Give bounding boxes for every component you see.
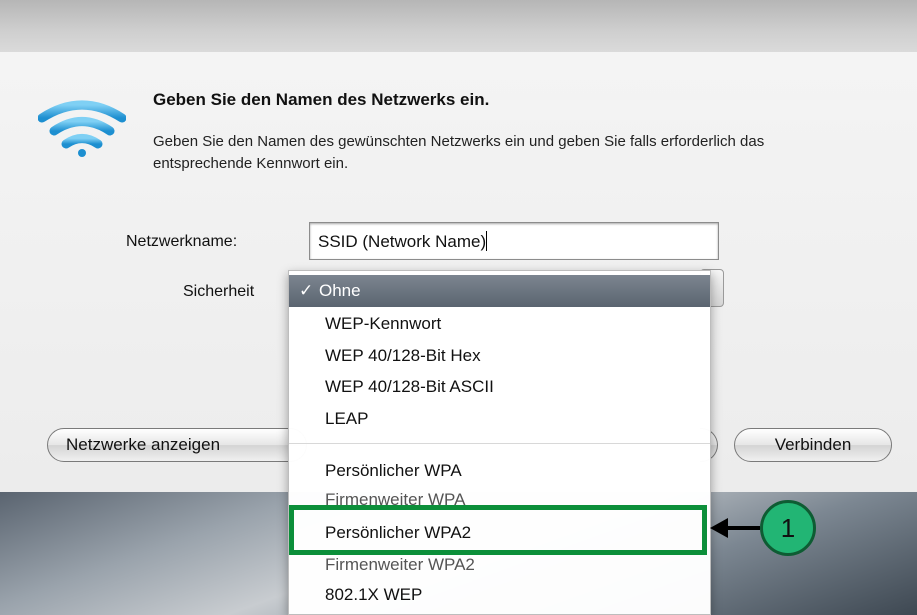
security-dropdown-menu: ✓ Ohne WEP-Kennwort WEP 40/128-Bit Hex WE…: [288, 270, 711, 615]
menu-item-8021x-wep[interactable]: 802.1X WEP: [289, 579, 710, 611]
dialog-description: Geben Sie den Namen des gewünschten Netz…: [153, 133, 765, 172]
menu-item-wep-ascii[interactable]: WEP 40/128-Bit ASCII: [289, 371, 710, 403]
menu-item-wep-hex[interactable]: WEP 40/128-Bit Hex: [289, 340, 710, 372]
menu-item-leap[interactable]: LEAP: [289, 403, 710, 435]
callout-number-badge: 1: [760, 500, 816, 556]
network-name-value: SSID (Network Name): [318, 232, 487, 251]
connect-button[interactable]: Verbinden: [734, 428, 892, 462]
menu-item-ohne[interactable]: ✓ Ohne: [289, 275, 710, 307]
security-label: Sicherheit: [183, 283, 255, 300]
show-networks-button[interactable]: Netzwerke anzeigen: [47, 428, 307, 462]
callout-arrow-head: [710, 518, 728, 538]
dialog-heading: Geben Sie den Namen des Netzwerks ein.: [153, 90, 490, 109]
network-name-label: Netzwerkname:: [126, 233, 238, 250]
window-title-bar: [0, 0, 917, 53]
checkmark-icon: ✓: [299, 281, 314, 300]
menu-item-wep-kennwort[interactable]: WEP-Kennwort: [289, 308, 710, 340]
highlight-box: [289, 505, 707, 555]
wifi-icon: [38, 100, 126, 157]
menu-separator: [289, 443, 710, 444]
menu-item-wpa-personal[interactable]: Persönlicher WPA: [289, 455, 710, 487]
callout-arrow-line: [726, 526, 760, 530]
network-name-field[interactable]: SSID (Network Name): [309, 222, 719, 260]
text-cursor: [486, 231, 488, 251]
menu-item-label: Ohne: [319, 281, 361, 300]
